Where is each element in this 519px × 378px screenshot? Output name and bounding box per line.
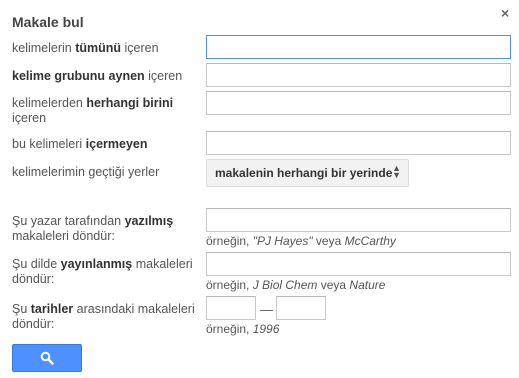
author-hint: örneğin, "PJ Hayes" veya McCarthy — [206, 234, 396, 248]
author-input[interactable] — [206, 208, 511, 232]
date-separator: — — [260, 302, 273, 317]
publication-input[interactable] — [206, 252, 511, 276]
search-icon — [40, 351, 54, 365]
without-words-input[interactable] — [206, 131, 511, 155]
date-to-input[interactable] — [276, 296, 326, 320]
exact-phrase-label: kelime grubunu aynen içeren — [12, 69, 183, 83]
without-words-label: bu kelimeleri içermeyen — [12, 137, 148, 151]
any-words-input[interactable] — [206, 91, 511, 115]
search-button[interactable] — [12, 344, 82, 372]
occurrence-selected-value: makalenin herhangi bir yerinde — [215, 166, 393, 180]
select-arrows-icon: ▲ ▼ — [392, 163, 401, 180]
occurrence-select[interactable]: makalenin herhangi bir yerinde ▲ ▼ — [206, 159, 409, 187]
any-words-label: kelimelerden herhangi birini içeren — [12, 96, 174, 125]
occurrence-label: kelimelerimin geçtiği yerler — [12, 165, 160, 179]
all-words-input[interactable] — [206, 35, 511, 59]
date-from-input[interactable] — [206, 296, 256, 320]
publication-hint: örneğin, J Biol Chem veya Nature — [206, 278, 386, 292]
publication-label: Şu dilde yayınlanmış makaleleri döndür: — [12, 257, 193, 286]
dates-hint: örneğin, 1996 — [206, 322, 280, 336]
dates-label: Şu tarihler arasındaki makaleleri döndür… — [12, 302, 195, 331]
exact-phrase-input[interactable] — [206, 63, 511, 87]
author-label: Şu yazar tarafından yazılmış makaleleri … — [12, 214, 174, 243]
dialog-title: Makale bul — [12, 14, 84, 30]
close-icon[interactable]: × — [501, 5, 509, 21]
all-words-label: kelimelerin tümünü içeren — [12, 41, 159, 55]
